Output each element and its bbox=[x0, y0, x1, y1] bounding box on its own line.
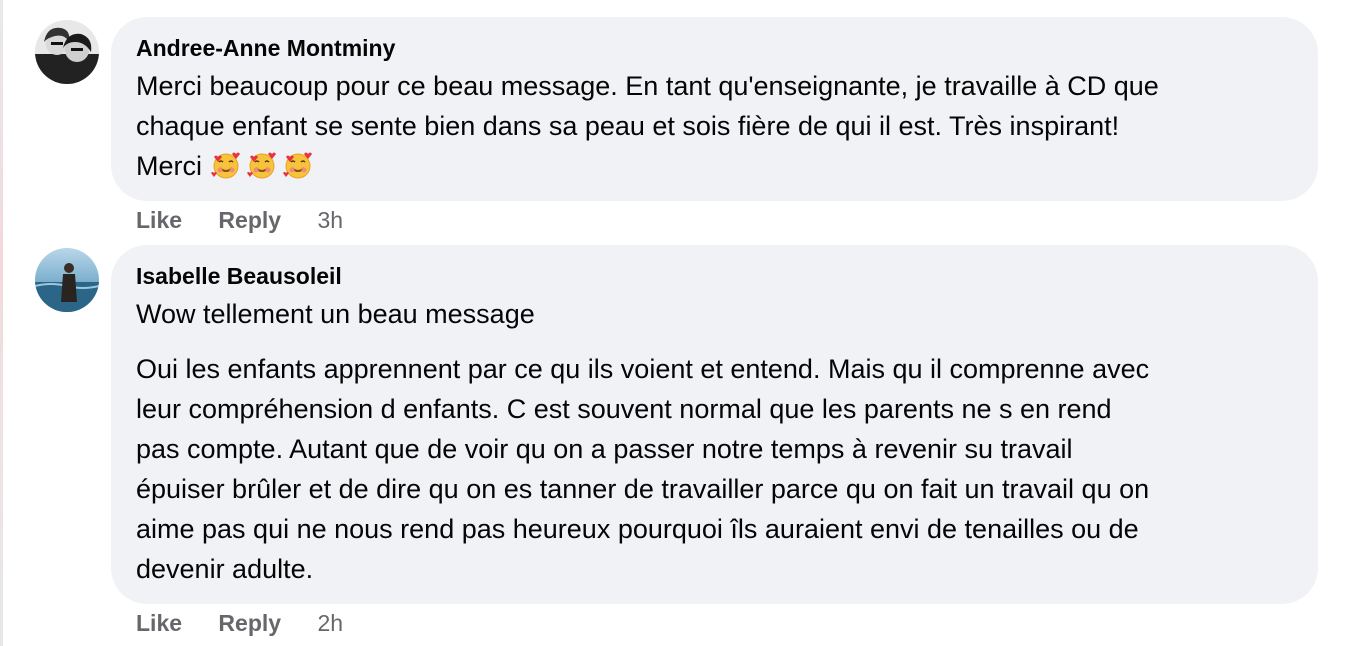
comment-timestamp[interactable]: 3h bbox=[317, 207, 343, 233]
comment-text: Oui les enfants apprennent par ce qu ils… bbox=[136, 349, 1294, 589]
comment-line: aime pas qui ne nous rend pas heureux po… bbox=[136, 514, 1139, 544]
comment-line: pas compte. Autant que de voir qu on a p… bbox=[136, 434, 1073, 464]
comment-line: devenir adulte. bbox=[136, 554, 314, 584]
comment-line: épuiser brûler et de dire qu on es tanne… bbox=[136, 474, 1150, 504]
comment-line: Merci beaucoup pour ce beau message. En … bbox=[136, 71, 1159, 101]
smiling-face-with-hearts-icon bbox=[282, 149, 314, 181]
comment-line: Merci bbox=[136, 151, 202, 181]
reply-button[interactable]: Reply bbox=[218, 207, 281, 233]
comment-author[interactable]: Isabelle Beausoleil bbox=[136, 261, 1294, 291]
comment-line: Oui les enfants apprennent par ce qu ils… bbox=[136, 354, 1150, 384]
avatar[interactable] bbox=[35, 248, 99, 312]
comment-timestamp[interactable]: 2h bbox=[317, 610, 343, 636]
comment-actions: Like Reply 2h bbox=[136, 608, 343, 638]
avatar[interactable] bbox=[35, 20, 99, 84]
comment-author[interactable]: Andree-Anne Montminy bbox=[136, 33, 1294, 63]
comment-bubble: Isabelle Beausoleil Wow tellement un bea… bbox=[111, 245, 1318, 604]
comment-text: Wow tellement un beau message bbox=[136, 299, 535, 329]
comment-actions: Like Reply 3h bbox=[136, 205, 343, 235]
comment-bubble: Andree-Anne Montminy Merci beaucoup pour… bbox=[111, 17, 1318, 201]
page-edge bbox=[0, 0, 3, 646]
smiling-face-with-hearts-icon bbox=[210, 149, 242, 181]
comment-line: chaque enfant se sente bien dans sa peau… bbox=[136, 111, 1120, 141]
like-button[interactable]: Like bbox=[136, 207, 182, 233]
reply-button[interactable]: Reply bbox=[218, 610, 281, 636]
comment-line: leur compréhension d enfants. C est souv… bbox=[136, 394, 1112, 424]
smiling-face-with-hearts-icon bbox=[246, 149, 278, 181]
comment-text: Merci beaucoup pour ce beau message. En … bbox=[136, 66, 1294, 186]
like-button[interactable]: Like bbox=[136, 610, 182, 636]
